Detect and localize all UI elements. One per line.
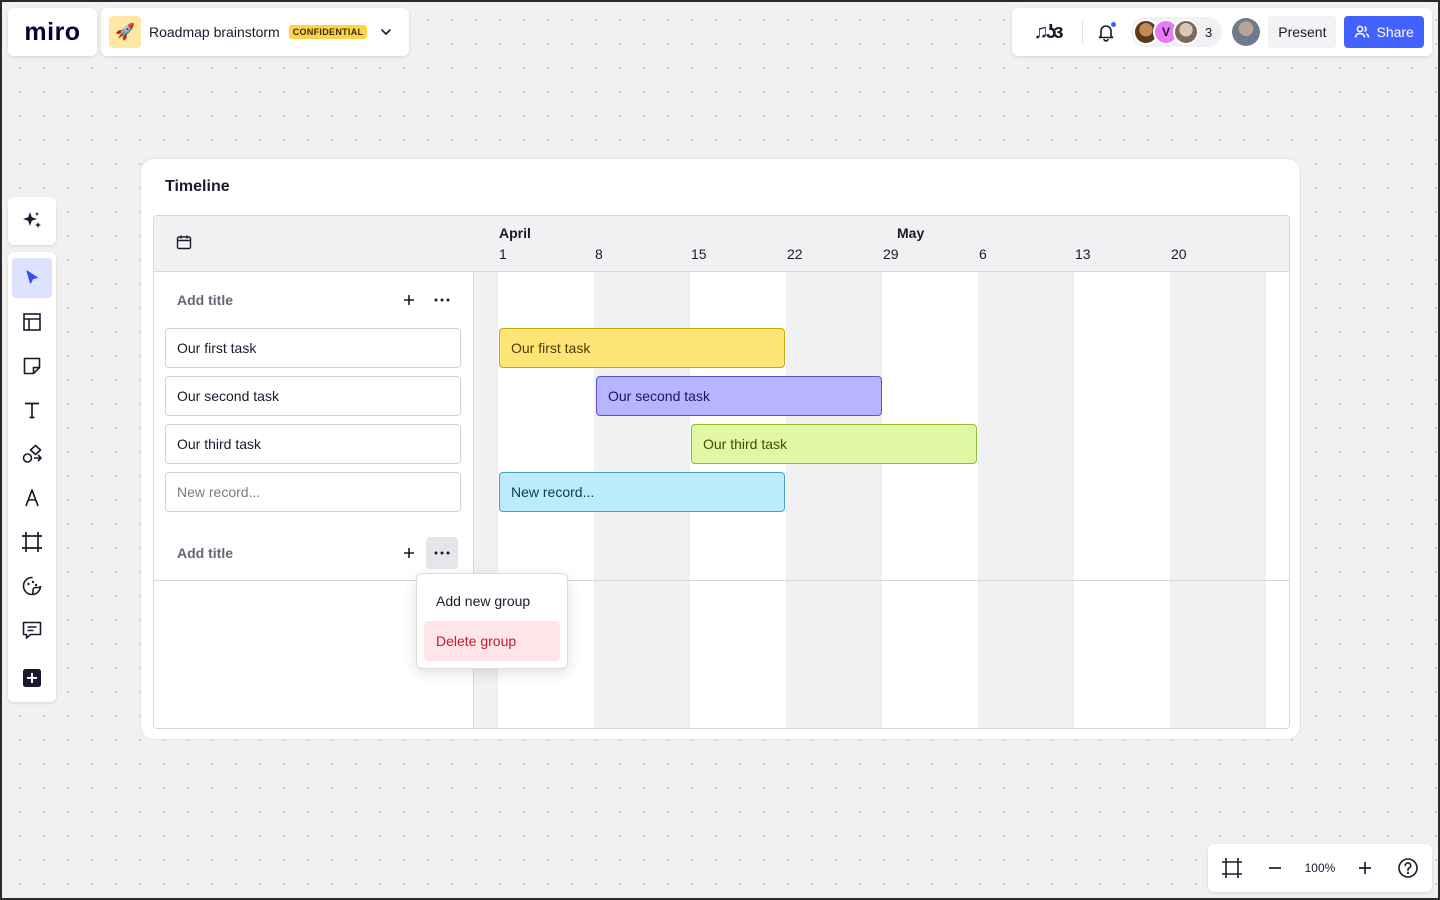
more-apps-tool[interactable]: [12, 658, 52, 698]
notifications-bell-icon[interactable]: [1095, 21, 1117, 43]
task-bar[interactable]: Our second task: [596, 376, 882, 416]
delete-group-menu-item[interactable]: Delete group: [424, 621, 560, 661]
collaborators-group[interactable]: V 3: [1131, 17, 1223, 47]
select-tool[interactable]: [12, 258, 52, 298]
timeline-grid: April May 1 8 15 22 29 6 13 20 Add title…: [153, 215, 1290, 729]
week-column: [882, 272, 978, 728]
zoom-level[interactable]: 100%: [1305, 861, 1336, 875]
day-label: 13: [1075, 246, 1091, 262]
week-column: [1074, 272, 1170, 728]
zoom-in-icon[interactable]: [1351, 854, 1379, 882]
task-bar[interactable]: Our third task: [691, 424, 977, 464]
sticky-note-icon: [23, 357, 41, 375]
group-more-options-icon[interactable]: [426, 537, 458, 569]
text-tool[interactable]: [12, 390, 52, 430]
zoom-out-icon[interactable]: [1261, 854, 1289, 882]
add-new-group-menu-item[interactable]: Add new group: [424, 581, 560, 621]
comment-tool[interactable]: [12, 610, 52, 650]
avatar[interactable]: [1173, 19, 1199, 45]
help-icon[interactable]: [1394, 854, 1422, 882]
task-name-field[interactable]: Our third task: [165, 424, 461, 464]
task-bar[interactable]: Our first task: [499, 328, 785, 368]
share-label: Share: [1376, 24, 1414, 40]
timeline-chart-pane: Our first task Our second task Our third…: [474, 272, 1289, 728]
more-apps-icon: [23, 669, 41, 687]
add-row-plus-icon[interactable]: [398, 289, 420, 311]
share-button[interactable]: Share: [1344, 16, 1424, 48]
board-menu[interactable]: 🚀 Roadmap brainstorm CONFIDENTIAL: [101, 8, 409, 56]
add-row-plus-icon[interactable]: [398, 542, 420, 564]
day-label: 20: [1171, 246, 1187, 262]
timeline-widget[interactable]: Timeline April May 1 8 15 22 29 6 13 20 …: [140, 158, 1301, 740]
frame-icon: [22, 532, 42, 552]
share-people-icon: [1355, 25, 1370, 38]
rocket-icon: 🚀: [109, 16, 141, 48]
board-title: Roadmap brainstorm: [149, 24, 280, 40]
calendar-icon[interactable]: [176, 234, 194, 252]
group-title[interactable]: Add title: [177, 292, 233, 308]
present-button[interactable]: Present: [1268, 16, 1337, 48]
day-label: 22: [787, 246, 803, 262]
unread-dot: [1110, 21, 1117, 28]
stickers-tool[interactable]: [12, 566, 52, 606]
stickers-icon: [22, 576, 42, 596]
collaboration-bar: ♫ʖɜ V 3 Present Share: [1012, 8, 1432, 56]
day-label: 1: [499, 246, 507, 262]
zoom-controls: 100%: [1208, 844, 1432, 892]
miro-logo[interactable]: miro: [8, 8, 97, 56]
chevron-down-icon[interactable]: [377, 23, 395, 41]
task-name-field[interactable]: Our second task: [165, 376, 461, 416]
reactions-icon[interactable]: ♫ʖɜ: [1024, 19, 1070, 45]
current-user-avatar[interactable]: [1232, 18, 1261, 46]
week-column: [1266, 272, 1289, 728]
divider: [1082, 20, 1083, 44]
comment-icon: [22, 621, 42, 639]
new-record-field[interactable]: New record...: [165, 472, 461, 512]
shapes-icon: [22, 444, 42, 463]
group-more-options-icon[interactable]: [426, 284, 458, 316]
group-title[interactable]: Add title: [177, 545, 233, 561]
day-label: 8: [595, 246, 603, 262]
select-icon: [26, 270, 38, 284]
month-label: April: [499, 225, 531, 241]
day-label: 29: [883, 246, 899, 262]
timeline-title[interactable]: Timeline: [165, 178, 230, 196]
pen-tool[interactable]: [12, 478, 52, 518]
month-label: May: [897, 225, 925, 241]
text-icon: [25, 402, 39, 419]
sticky-note-tool[interactable]: [12, 346, 52, 386]
templates-tool[interactable]: [12, 302, 52, 342]
day-label: 15: [691, 246, 707, 262]
shapes-tool[interactable]: [12, 434, 52, 474]
day-label: 6: [979, 246, 987, 262]
task-name-field[interactable]: Our first task: [165, 328, 461, 368]
ai-sparkle-button[interactable]: [8, 197, 56, 245]
pen-icon: [25, 489, 39, 507]
confidential-badge: CONFIDENTIAL: [288, 25, 368, 39]
group-context-menu: Add new group Delete group: [416, 573, 568, 669]
fit-to-screen-icon[interactable]: [1218, 854, 1246, 882]
group-divider: [474, 580, 1289, 581]
frame-tool[interactable]: [12, 522, 52, 562]
collaborator-count: 3: [1205, 24, 1213, 40]
creation-toolbar: [8, 252, 56, 702]
ai-sparkle-icon: [23, 212, 41, 228]
templates-icon: [23, 313, 41, 331]
task-bar[interactable]: New record...: [499, 472, 785, 512]
timeline-header: April May 1 8 15 22 29 6 13 20: [154, 216, 1289, 272]
